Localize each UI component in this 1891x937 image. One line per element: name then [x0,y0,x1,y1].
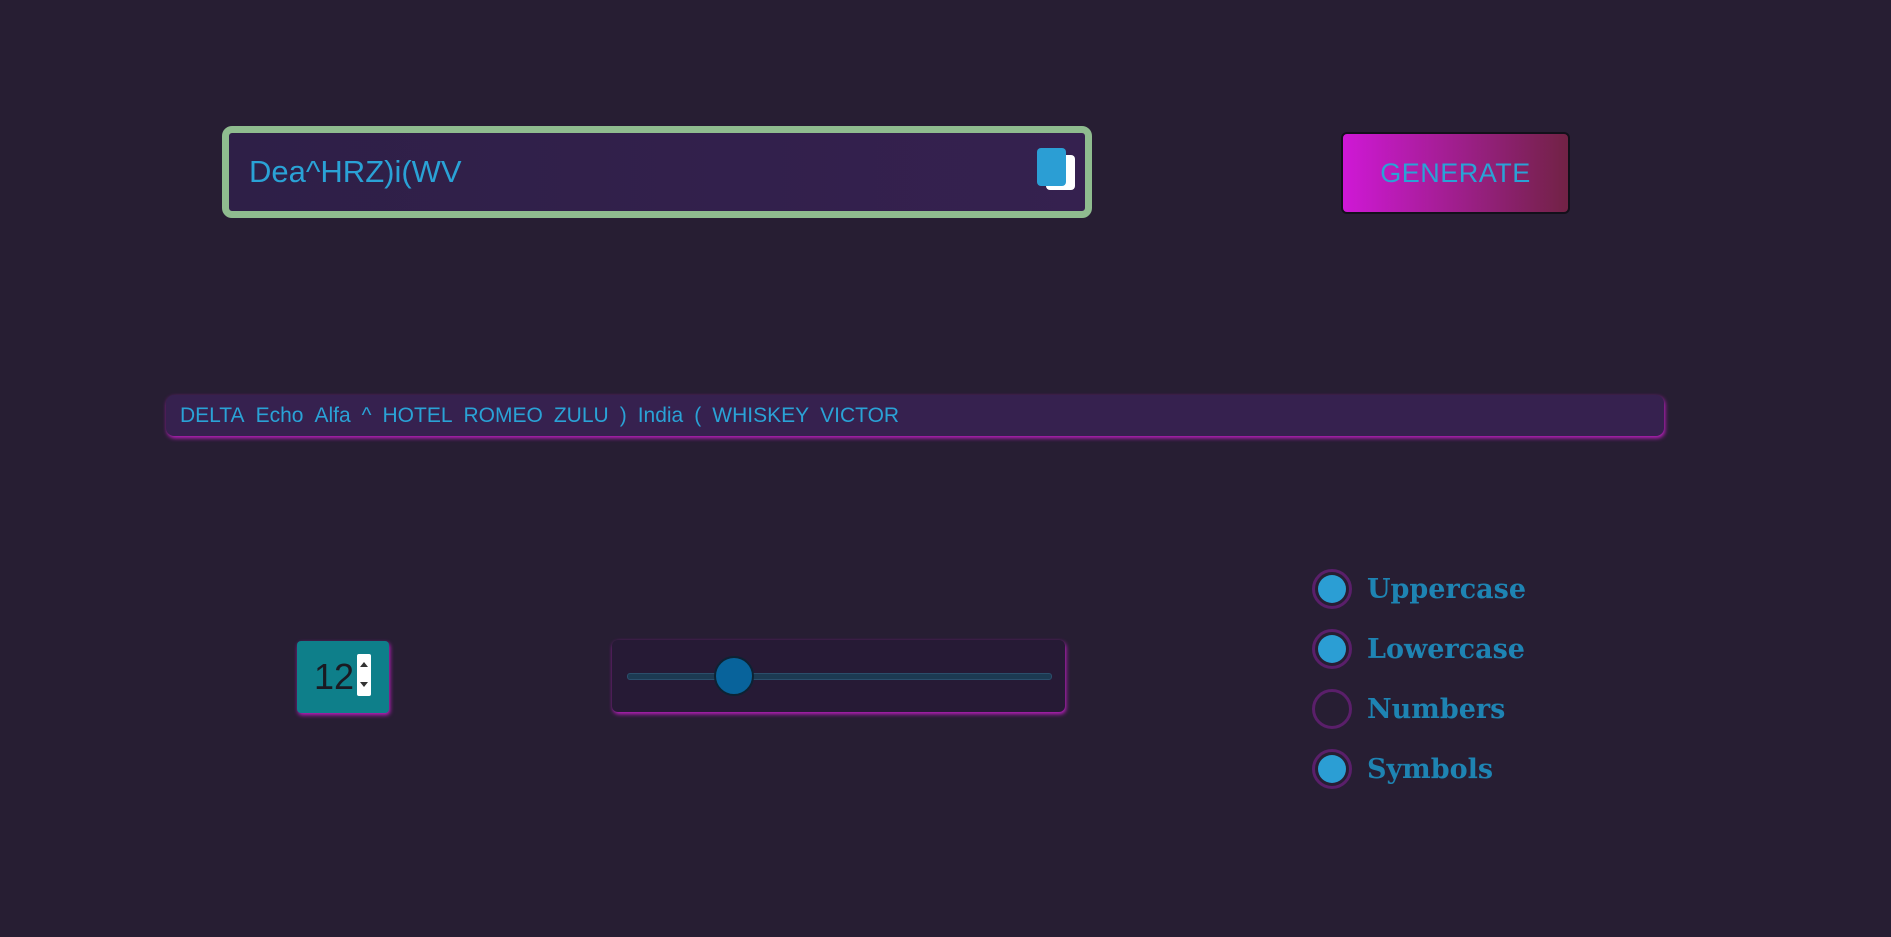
symbols-toggle[interactable] [1312,749,1352,789]
lowercase-toggle[interactable] [1312,629,1352,669]
phonetic-word: HOTEL [382,403,453,427]
phonetic-word: ZULU [553,403,609,427]
option-numbers[interactable]: Numbers [1312,688,1505,730]
password-value[interactable]: Dea^HRZ)i(WV [249,133,462,211]
phonetic-readout: DELTA Echo Alfa ^ HOTEL ROMEO ZULU ) Ind… [166,395,1664,436]
generate-button[interactable]: GENERATE [1341,132,1570,214]
length-slider[interactable] [612,640,1065,712]
slider-track[interactable] [627,673,1052,680]
numbers-toggle[interactable] [1312,689,1352,729]
step-down-icon[interactable] [360,682,368,687]
toggle-dot [1318,575,1346,603]
copy-icon-front-sheet [1037,148,1066,186]
length-number-input[interactable]: 12 [297,641,389,713]
phonetic-word: WHISKEY [712,403,810,427]
phonetic-word: ) [619,403,627,427]
option-uppercase[interactable]: Uppercase [1312,568,1526,610]
phonetic-word: DELTA [180,403,245,427]
option-symbols[interactable]: Symbols [1312,748,1493,790]
copy-icon[interactable] [1037,148,1077,192]
phonetic-word: India [637,403,684,427]
option-label: Symbols [1367,753,1494,785]
password-generator: Dea^HRZ)i(WV GENERATE DELTA Echo Alfa ^ … [0,0,1891,937]
length-stepper[interactable] [357,654,371,696]
length-value[interactable]: 12 [314,641,354,713]
toggle-dot [1318,635,1346,663]
uppercase-toggle[interactable] [1312,569,1352,609]
phonetic-word: ROMEO [463,403,543,427]
phonetic-word: Alfa [314,403,351,427]
option-label: Uppercase [1367,573,1527,605]
password-output-field[interactable]: Dea^HRZ)i(WV [222,126,1092,218]
phonetic-word: ( [694,403,702,427]
option-label: Numbers [1367,693,1506,725]
phonetic-word: ^ [361,403,372,427]
toggle-dot [1318,755,1346,783]
phonetic-word: Echo [255,403,304,427]
phonetic-word: VICTOR [820,403,900,427]
step-up-icon[interactable] [360,662,368,667]
option-lowercase[interactable]: Lowercase [1312,628,1525,670]
option-label: Lowercase [1367,633,1525,665]
slider-thumb[interactable] [713,656,754,696]
